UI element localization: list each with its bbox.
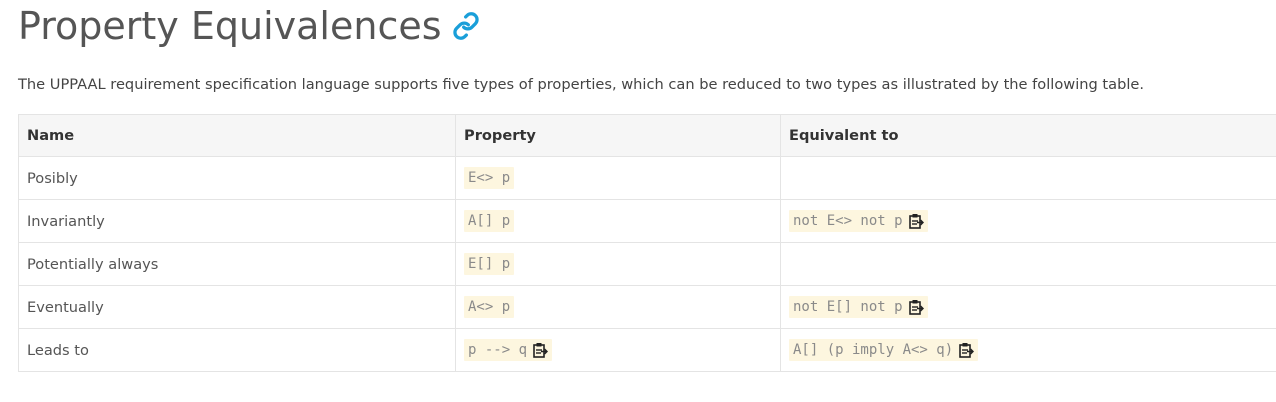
intro-paragraph: The UPPAAL requirement specification lan… [18, 76, 1145, 93]
property-code-text: E[] p [468, 256, 511, 272]
equivalent-cell: not E<> not p [780, 199, 1276, 243]
property-cell: E[] p [455, 242, 781, 286]
property-name-cell: Posibly [18, 156, 456, 200]
equivalent-code: not E<> not p [789, 210, 928, 232]
property-name-cell: Invariantly [18, 199, 456, 243]
column-header-property: Property [455, 114, 781, 157]
property-name-cell: Eventually [18, 285, 456, 329]
page-title: Property Equivalences [18, 2, 480, 50]
clipboard-icon[interactable] [908, 299, 924, 315]
property-cell: A<> p [455, 285, 781, 329]
equivalent-code-text: not E<> not p [793, 213, 903, 229]
clipboard-icon[interactable] [958, 342, 975, 358]
property-code: p --> q [464, 339, 553, 361]
clipboard-icon[interactable] [532, 342, 549, 358]
page-title-text: Property Equivalences [18, 4, 442, 48]
property-cell: p --> q [455, 328, 781, 372]
equivalent-cell: A[] (p imply A<> q) [780, 328, 1276, 372]
clipboard-icon[interactable] [908, 213, 924, 229]
property-code: A<> p [464, 296, 515, 318]
property-code-text: E<> p [468, 170, 511, 186]
equivalent-code: A[] (p imply A<> q) [789, 339, 979, 361]
table-header-row: Name Property Equivalent to [18, 114, 1276, 157]
equivalent-code: not E[] not p [789, 296, 928, 318]
property-code: E<> p [464, 167, 515, 189]
property-code-text: p --> q [468, 342, 528, 358]
column-header-equivalent: Equivalent to [780, 114, 1276, 157]
table-row: Eventually A<> p not E[] not p [18, 285, 1276, 329]
property-code: E[] p [464, 253, 515, 275]
table-row: Invariantly A[] p not E<> not p [18, 199, 1276, 243]
equivalent-code-text: A[] (p imply A<> q) [793, 342, 954, 358]
equivalent-code-text: not E[] not p [793, 299, 903, 315]
property-code-text: A[] p [468, 213, 511, 229]
property-code-text: A<> p [468, 299, 511, 315]
property-name-cell: Leads to [18, 328, 456, 372]
equivalent-cell [780, 156, 1276, 200]
equivalent-cell [780, 242, 1276, 286]
table-row: Leads to p --> q A[] (p imply A<> q) [18, 328, 1276, 372]
property-cell: E<> p [455, 156, 781, 200]
property-name-cell: Potentially always [18, 242, 456, 286]
property-equivalence-table: Name Property Equivalent to Posibly E<> p… [18, 114, 1276, 372]
table-row: Potentially always E[] p [18, 242, 1276, 286]
property-code: A[] p [464, 210, 515, 232]
property-cell: A[] p [455, 199, 781, 243]
equivalent-cell: not E[] not p [780, 285, 1276, 329]
column-header-name: Name [18, 114, 456, 157]
table-row: Posibly E<> p [18, 156, 1276, 200]
link-icon[interactable] [452, 12, 480, 40]
